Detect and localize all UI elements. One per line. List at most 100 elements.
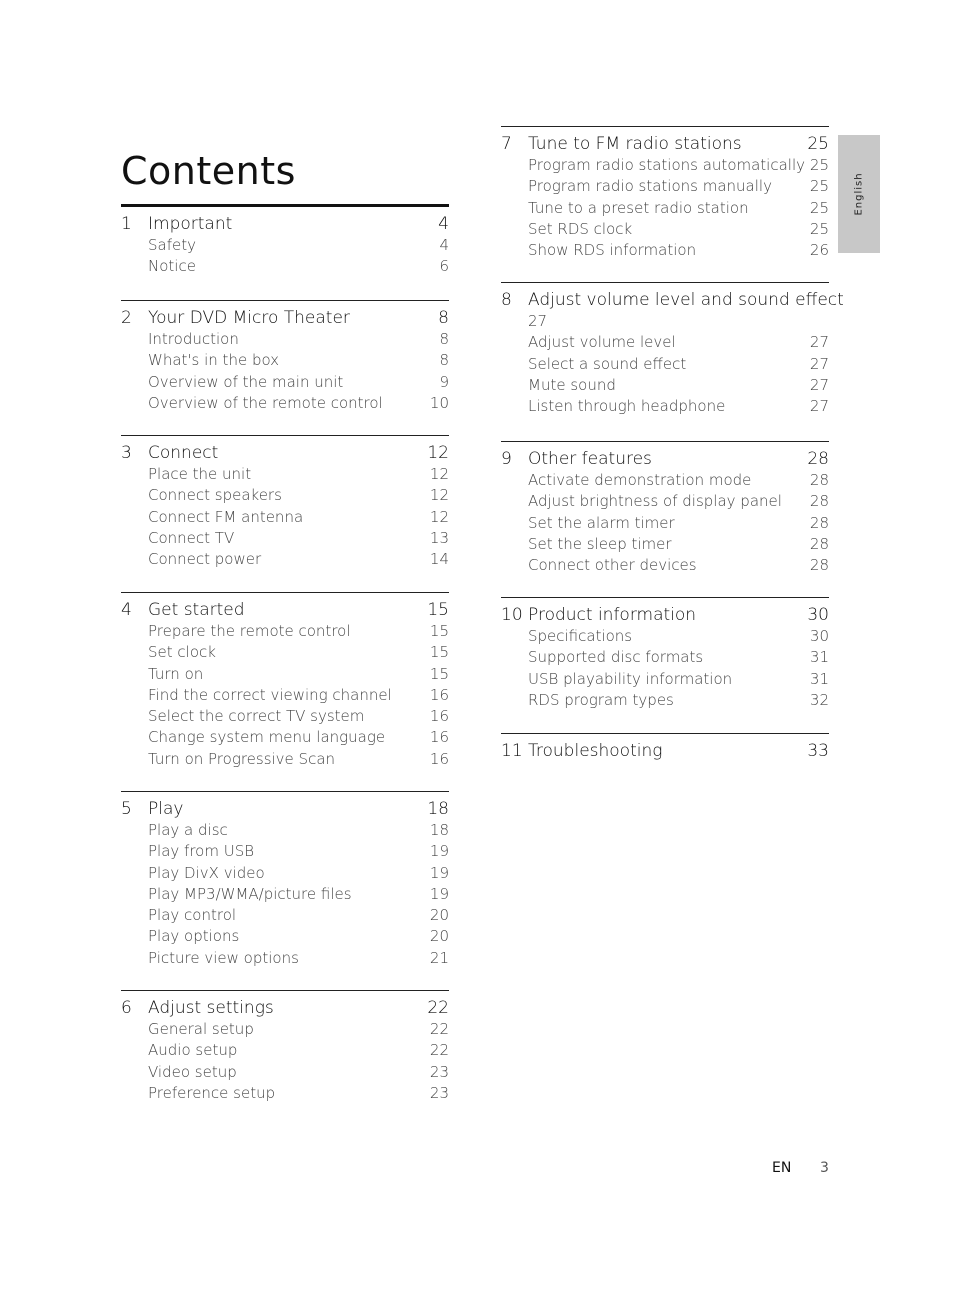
toc-entry[interactable]: Picture view options 21: [121, 948, 449, 969]
entry-label: Picture view options: [148, 948, 299, 967]
toc-entry[interactable]: Safety 4: [121, 235, 449, 256]
toc-entry[interactable]: Connect FM antenna 12: [121, 507, 449, 528]
entry-page: 16: [429, 728, 449, 747]
section-number: 9: [501, 449, 512, 469]
toc-entry[interactable]: Play from USB 19: [121, 841, 449, 862]
toc-entry[interactable]: Select the correct TV system 16: [121, 706, 449, 727]
section-title: Your DVD Micro Theater: [148, 308, 350, 328]
entry-label: Play DivX video: [148, 863, 265, 882]
toc-entry[interactable]: Change system menu language 16: [121, 727, 449, 748]
section-heading[interactable]: 9 Other features 28: [501, 448, 829, 470]
toc-entry[interactable]: Play a disc 18: [121, 820, 449, 841]
toc-entry[interactable]: Video setup 23: [121, 1062, 449, 1083]
section-heading[interactable]: 11 Troubleshooting 33: [501, 740, 829, 762]
entry-label: Preference setup: [148, 1083, 276, 1102]
section-heading[interactable]: 7 Tune to FM radio stations 25: [501, 133, 829, 155]
section-heading[interactable]: 1 Important 4: [121, 213, 449, 235]
toc-entry[interactable]: Program radio stations manually 25: [501, 176, 829, 197]
entry-page: 18: [429, 821, 449, 839]
language-tab: English: [838, 135, 880, 253]
section-number: 3: [121, 443, 132, 463]
toc-entry[interactable]: Turn on 15: [121, 664, 449, 685]
toc-entry[interactable]: General setup 22: [121, 1019, 449, 1040]
section-title: Important: [148, 214, 233, 234]
toc-entry[interactable]: Connect other devices 28: [501, 555, 829, 576]
toc-entry[interactable]: Listen through headphone 27: [501, 396, 829, 417]
section-page-row: 27: [501, 311, 829, 332]
section-title: Product information: [528, 605, 697, 625]
toc-entry[interactable]: Play MP3/WMA/picture files 19: [121, 884, 449, 905]
section-heading[interactable]: 6 Adjust settings 22: [121, 997, 449, 1019]
toc-entry[interactable]: USB playability information 31: [501, 669, 829, 690]
toc-entry[interactable]: Adjust brightness of display panel 28: [501, 491, 829, 512]
toc-section-8: 8 Adjust volume level and sound effect 27 A…: [501, 282, 844, 417]
entry-label: General setup: [148, 1020, 254, 1038]
section-page: 28: [807, 449, 829, 469]
toc-entry[interactable]: Place the unit 12: [121, 464, 449, 485]
entry-label: Change system menu language: [148, 728, 386, 747]
toc-entry[interactable]: Audio setup 22: [121, 1040, 449, 1061]
entry-label: Set the alarm timer: [528, 513, 675, 532]
toc-entry[interactable]: Turn on Progressive Scan 16: [121, 749, 449, 770]
toc-entry[interactable]: Play control 20: [121, 905, 449, 926]
toc-entry[interactable]: Specifications 30: [501, 626, 829, 647]
entry-page: 28: [809, 513, 829, 532]
toc-entry[interactable]: Overview of the main unit 9: [121, 372, 449, 393]
toc-entry[interactable]: Play options 20: [121, 926, 449, 947]
toc-entry[interactable]: Connect TV 13: [121, 528, 449, 549]
section-heading[interactable]: 10 Product information 30: [501, 604, 829, 626]
section-heading[interactable]: 8 Adjust volume level and sound effect: [501, 289, 844, 311]
toc-entry[interactable]: Activate demonstration mode 28: [501, 470, 829, 491]
toc-entry[interactable]: Introduction 8: [121, 329, 449, 350]
toc-entry[interactable]: Set RDS clock 25: [501, 219, 829, 240]
section-heading[interactable]: 5 Play 18: [121, 798, 449, 820]
toc-entry[interactable]: RDS program types 32: [501, 690, 829, 711]
toc-entry[interactable]: Show RDS information 26: [501, 240, 829, 261]
toc-entry[interactable]: Program radio stations automatically 25: [501, 155, 829, 176]
footer-language: EN: [772, 1160, 792, 1176]
entry-label: Mute sound: [528, 375, 616, 394]
section-number: 4: [121, 600, 132, 620]
section-heading[interactable]: 4 Get started 15: [121, 599, 449, 621]
section-title: Tune to FM radio stations: [528, 134, 742, 154]
toc-entry[interactable]: Connect speakers 12: [121, 485, 449, 506]
section-number: 8: [501, 290, 512, 310]
toc-section-4: 4 Get started 15 Prepare the remote control…: [121, 592, 449, 770]
entry-page: 31: [809, 669, 829, 688]
toc-entry[interactable]: Set clock 15: [121, 642, 449, 663]
toc-entry[interactable]: Mute sound 27: [501, 375, 829, 396]
entry-page: 19: [429, 884, 449, 903]
toc-section-6: 6 Adjust settings 22 General setup 22 Audio s…: [121, 990, 449, 1104]
entry-label: Turn on: [148, 664, 204, 683]
section-page: 4: [438, 214, 449, 234]
entry-page: 15: [429, 643, 449, 662]
entry-label: Activate demonstration mode: [528, 471, 752, 489]
toc-entry[interactable]: Set the alarm timer 28: [501, 513, 829, 534]
entry-page: 20: [429, 927, 449, 946]
toc-entry[interactable]: Overview of the remote control 10: [121, 393, 449, 414]
toc-entry[interactable]: Preference setup 23: [121, 1083, 449, 1104]
section-heading[interactable]: 2 Your DVD Micro Theater 8: [121, 307, 449, 329]
toc-entry[interactable]: What's in the box 8: [121, 350, 449, 371]
toc-entry[interactable]: Find the correct viewing channel 16: [121, 685, 449, 706]
toc-entry[interactable]: Connect power 14: [121, 549, 449, 570]
entry-page: 31: [809, 648, 829, 667]
entry-page: 27: [809, 375, 829, 394]
section-title: Adjust volume level and sound effect: [528, 290, 844, 310]
section-heading[interactable]: 3 Connect 12: [121, 442, 449, 464]
toc-entry[interactable]: Notice 6: [121, 256, 449, 277]
toc-entry[interactable]: Supported disc formats 31: [501, 647, 829, 668]
entry-label: Play from USB: [148, 842, 255, 861]
toc-entry[interactable]: Select a sound effect 27: [501, 354, 829, 375]
toc-entry[interactable]: Tune to a preset radio station 25: [501, 198, 829, 219]
toc-section-11: 11 Troubleshooting 33: [501, 733, 829, 762]
toc-entry[interactable]: Set the sleep timer 28: [501, 534, 829, 555]
section-page: 25: [807, 134, 829, 154]
toc-entry[interactable]: Prepare the remote control 15: [121, 621, 449, 642]
entry-page: 16: [429, 707, 449, 726]
entry-page: 27: [809, 397, 829, 416]
section-page: 30: [807, 605, 829, 625]
entry-label: What's in the box: [148, 351, 280, 370]
toc-entry[interactable]: Adjust volume level 27: [501, 332, 829, 353]
toc-entry[interactable]: Play DivX video 19: [121, 863, 449, 884]
